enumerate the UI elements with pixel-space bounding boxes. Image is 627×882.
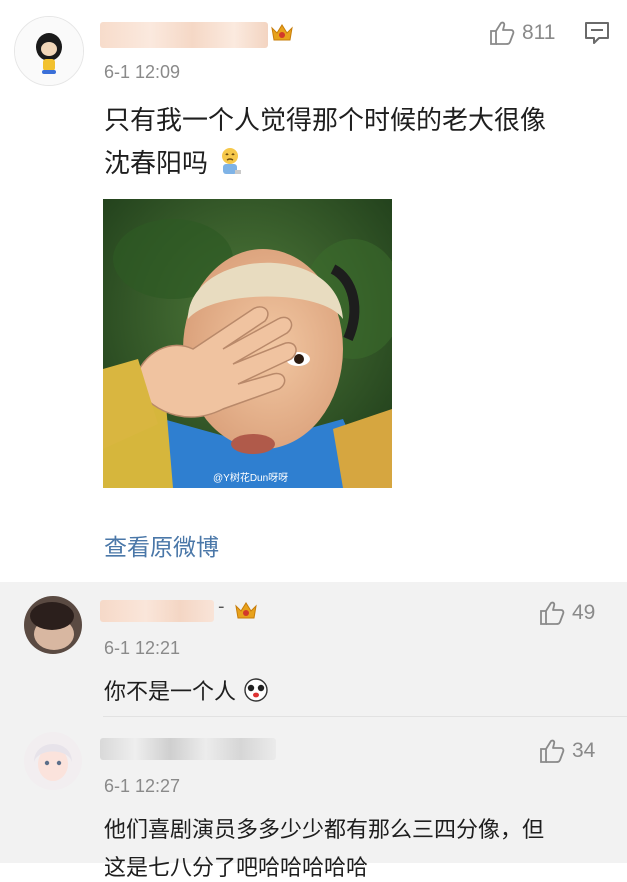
reply-like-count: 34 xyxy=(572,739,596,762)
reply-avatar[interactable] xyxy=(24,732,82,790)
username-blurred[interactable] xyxy=(100,22,268,48)
reply-text-label: 你不是一个人 xyxy=(104,680,237,705)
comment-timestamp: 6-1 12:09 xyxy=(104,62,181,82)
comment-text-line-2-label: 沈春阳吗 xyxy=(104,149,209,179)
vip-crown-icon xyxy=(235,602,257,619)
replies-section: - 6-1 12:21 49 你不是一个人 6-1 12:27 34 他们喜剧演… xyxy=(0,582,627,881)
reply-timestamp: 6-1 12:21 xyxy=(104,638,181,658)
reply-username-blurred[interactable] xyxy=(100,600,214,622)
like-button[interactable]: 811 xyxy=(488,20,555,46)
reply-text-line-2: 这是七八分了吧哈哈哈哈哈 xyxy=(104,856,369,881)
crying-emoji-icon xyxy=(222,148,242,174)
panda-emoji-icon xyxy=(244,678,268,702)
reply-username-blurred[interactable] xyxy=(100,738,276,760)
view-original-weibo-link[interactable]: 查看原微博 xyxy=(104,528,219,562)
reply-text-line-1: 他们喜剧演员多多少少都有那么三四分像，但 xyxy=(104,818,545,843)
commenter-avatar[interactable] xyxy=(14,16,84,86)
reply-avatar[interactable] xyxy=(24,596,82,654)
thumbs-up-icon xyxy=(540,739,565,763)
reply-like-button[interactable]: 34 xyxy=(538,738,595,764)
reply-divider xyxy=(103,716,627,717)
reply-like-button[interactable]: 49 xyxy=(538,600,595,626)
vip-crown-icon xyxy=(271,24,293,41)
comment-text-line-1: 只有我一个人觉得那个时候的老大很像 xyxy=(104,106,547,136)
reply-like-count: 49 xyxy=(572,601,596,624)
reply-text: 你不是一个人 xyxy=(104,674,269,706)
post-image[interactable]: @Y树花Dun呀呀 xyxy=(103,199,392,488)
image-watermark: @Y树花Dun呀呀 xyxy=(213,471,288,484)
comment-text-line-2: 沈春阳吗 xyxy=(104,143,244,185)
comment-icon[interactable] xyxy=(583,20,611,46)
reply-timestamp: 6-1 12:27 xyxy=(104,776,181,796)
like-count: 811 xyxy=(522,21,556,44)
main-comment: 6-1 12:09 811 只有我一个人觉得那个时候的老大很像 沈春阳吗 @Y树… xyxy=(0,0,627,582)
reply-name-suffix: - xyxy=(218,596,225,617)
thumbs-up-icon xyxy=(490,21,515,45)
thumbs-up-icon xyxy=(540,601,565,625)
